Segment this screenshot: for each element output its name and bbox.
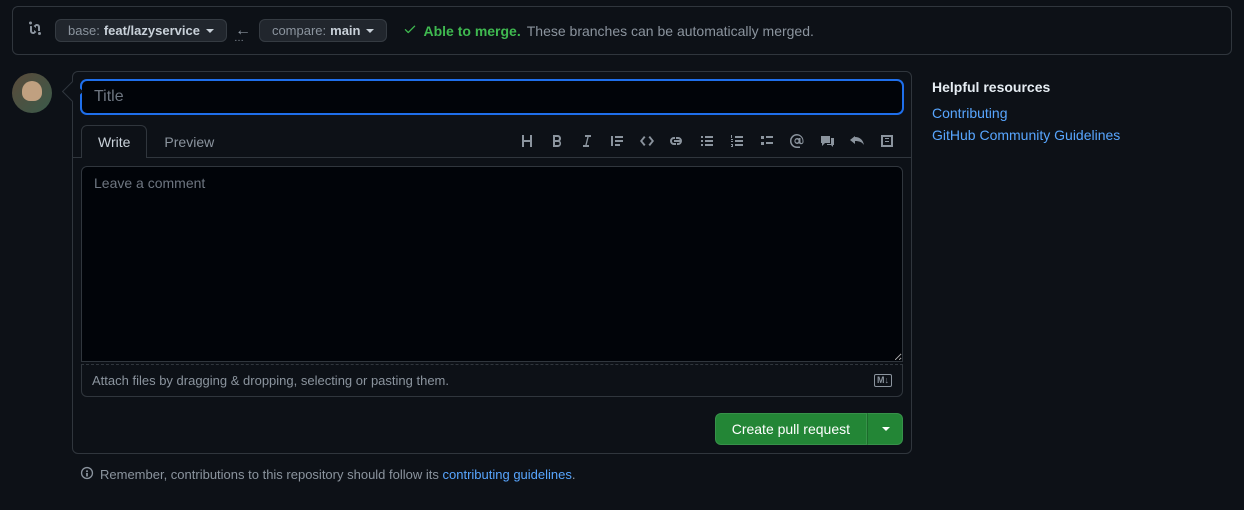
create-pr-button[interactable]: Create pull request (715, 413, 867, 445)
contributing-guidelines-link[interactable]: contributing guidelines (443, 467, 572, 482)
sidebar-heading: Helpful resources (932, 79, 1232, 95)
heading-icon[interactable] (519, 133, 535, 149)
create-pr-dropdown[interactable] (867, 413, 903, 445)
attach-hint: Attach files by dragging & dropping, sel… (92, 373, 449, 388)
caret-down-icon (206, 29, 214, 33)
mention-icon[interactable] (789, 133, 805, 149)
code-icon[interactable] (639, 133, 655, 149)
compare-name: main (330, 23, 360, 38)
sidebar: Helpful resources Contributing GitHub Co… (932, 71, 1232, 454)
merge-status: Able to merge. These branches can be aut… (403, 22, 813, 39)
caret-down-icon (366, 29, 374, 33)
tab-preview[interactable]: Preview (147, 125, 231, 158)
italic-icon[interactable] (579, 133, 595, 149)
compare-branch-button[interactable]: compare: main (259, 19, 388, 42)
unordered-list-icon[interactable] (699, 133, 715, 149)
compare-bar: base: feat/lazyservice ←… compare: main … (12, 6, 1232, 55)
tasklist-icon[interactable] (759, 133, 775, 149)
title-input[interactable] (81, 80, 903, 114)
reply-icon[interactable] (849, 133, 865, 149)
base-label: base: (68, 23, 100, 38)
attach-files-bar[interactable]: Attach files by dragging & dropping, sel… (81, 364, 903, 397)
arrow-left-icon: ←… (235, 22, 251, 40)
link-icon[interactable] (669, 133, 685, 149)
merge-message: These branches can be automatically merg… (527, 23, 814, 39)
pr-form: Write Preview Att (72, 71, 912, 454)
base-branch-button[interactable]: base: feat/lazyservice (55, 19, 227, 42)
bold-icon[interactable] (549, 133, 565, 149)
footer-prefix: Remember, contributions to this reposito… (100, 467, 443, 482)
footer-note: Remember, contributions to this reposito… (0, 454, 1244, 483)
caret-down-icon (882, 427, 890, 431)
compare-label: compare: (272, 23, 326, 38)
avatar (12, 73, 52, 113)
sidebar-link-contributing[interactable]: Contributing (932, 105, 1232, 121)
tab-write[interactable]: Write (81, 125, 147, 158)
git-compare-icon (27, 21, 43, 40)
merge-able-text: Able to merge. (423, 23, 520, 39)
info-icon (80, 466, 94, 483)
ordered-list-icon[interactable] (729, 133, 745, 149)
check-icon (403, 22, 417, 39)
cross-reference-icon[interactable] (819, 133, 835, 149)
formatting-toolbar (519, 129, 903, 153)
tabs: Write Preview (81, 124, 231, 157)
sidebar-link-guidelines[interactable]: GitHub Community Guidelines (932, 127, 1232, 143)
quote-icon[interactable] (609, 133, 625, 149)
base-name: feat/lazyservice (104, 23, 200, 38)
footer-suffix: . (572, 467, 576, 482)
markdown-icon: M↓ (874, 374, 892, 387)
diff-icon[interactable] (879, 133, 895, 149)
comment-textarea[interactable] (81, 166, 903, 362)
